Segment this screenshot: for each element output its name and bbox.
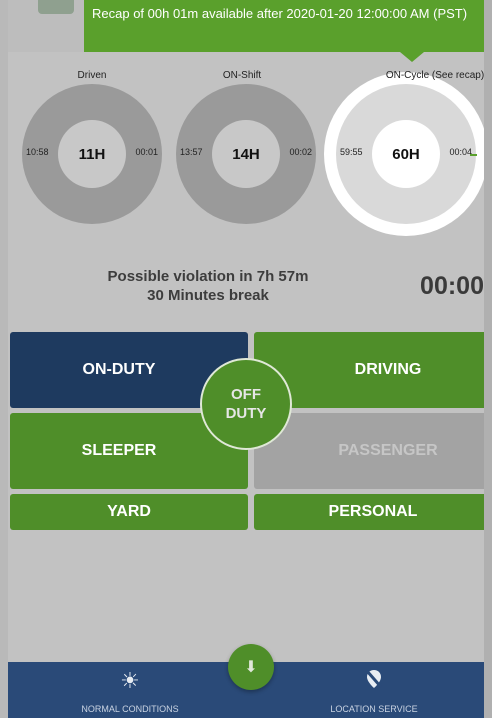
arrow-down-icon: ⬇ — [244, 659, 258, 676]
off-duty-label-line2: DUTY — [225, 405, 267, 422]
off-duty-label-line1: OFF — [231, 386, 261, 403]
sleeper-label: SLEEPER — [81, 442, 157, 459]
violation-warning: Possible violation in 7h 57m 30 Minutes … — [68, 267, 348, 305]
off-duty-button[interactable]: OFF DUTY — [200, 358, 292, 450]
gauge-used: 00:04 — [449, 147, 472, 157]
passenger-label: PASSENGER — [338, 442, 438, 459]
break-timer: 00:00 — [420, 272, 484, 300]
driving-label: DRIVING — [354, 361, 422, 378]
gauge-used: 00:02 — [289, 147, 312, 157]
truck-icon — [38, 0, 74, 14]
location-service-button[interactable]: LOCATION SERVICE — [294, 662, 454, 718]
location-service-label: LOCATION SERVICE — [330, 704, 418, 714]
gauge-label-driven: Driven — [77, 70, 107, 81]
gauge-remaining: 59:55 — [340, 147, 363, 157]
violation-type: 30 Minutes break — [147, 287, 269, 304]
gauge-remaining: 10:58 — [26, 147, 49, 157]
hos-screen: Recap of 00h 01m available after 2020-01… — [8, 0, 492, 718]
expand-button[interactable]: ⬇ — [228, 644, 274, 690]
recap-tooltip[interactable]: Recap of 00h 01m available after 2020-01… — [84, 0, 492, 52]
normal-conditions-label: NORMAL CONDITIONS — [81, 704, 179, 714]
recap-message: Recap of 00h 01m available after 2020-01… — [92, 6, 468, 21]
oncycle-gauge[interactable]: 60H 59:55 00:04 — [336, 84, 477, 224]
top-bar — [8, 0, 84, 52]
driven-gauge[interactable]: 11H 10:58 00:01 — [22, 84, 162, 224]
personal-button[interactable]: PERSONAL — [254, 494, 492, 530]
location-off-icon — [294, 668, 454, 696]
gauge-remaining: 13:57 — [180, 147, 203, 157]
gauge-progress-mark — [470, 154, 477, 156]
onshift-gauge[interactable]: 14H 13:57 00:02 — [176, 84, 316, 224]
normal-conditions-button[interactable]: ☀ NORMAL CONDITIONS — [50, 662, 210, 718]
screen-edge — [484, 0, 492, 718]
yard-button[interactable]: YARD — [10, 494, 248, 530]
gauge-label-oncycle: ON-Cycle (See recap) — [385, 70, 485, 81]
on-duty-label: ON-DUTY — [82, 361, 156, 378]
gauge-used: 00:01 — [135, 147, 158, 157]
gauge-label-onshift: ON-Shift — [222, 70, 262, 81]
violation-text: Possible violation in 7h 57m — [107, 268, 309, 285]
yard-label: YARD — [107, 503, 151, 520]
passenger-button[interactable]: PASSENGER — [254, 413, 492, 489]
tooltip-arrow — [400, 52, 424, 62]
personal-label: PERSONAL — [328, 503, 418, 520]
sun-icon: ☀ — [120, 668, 140, 693]
